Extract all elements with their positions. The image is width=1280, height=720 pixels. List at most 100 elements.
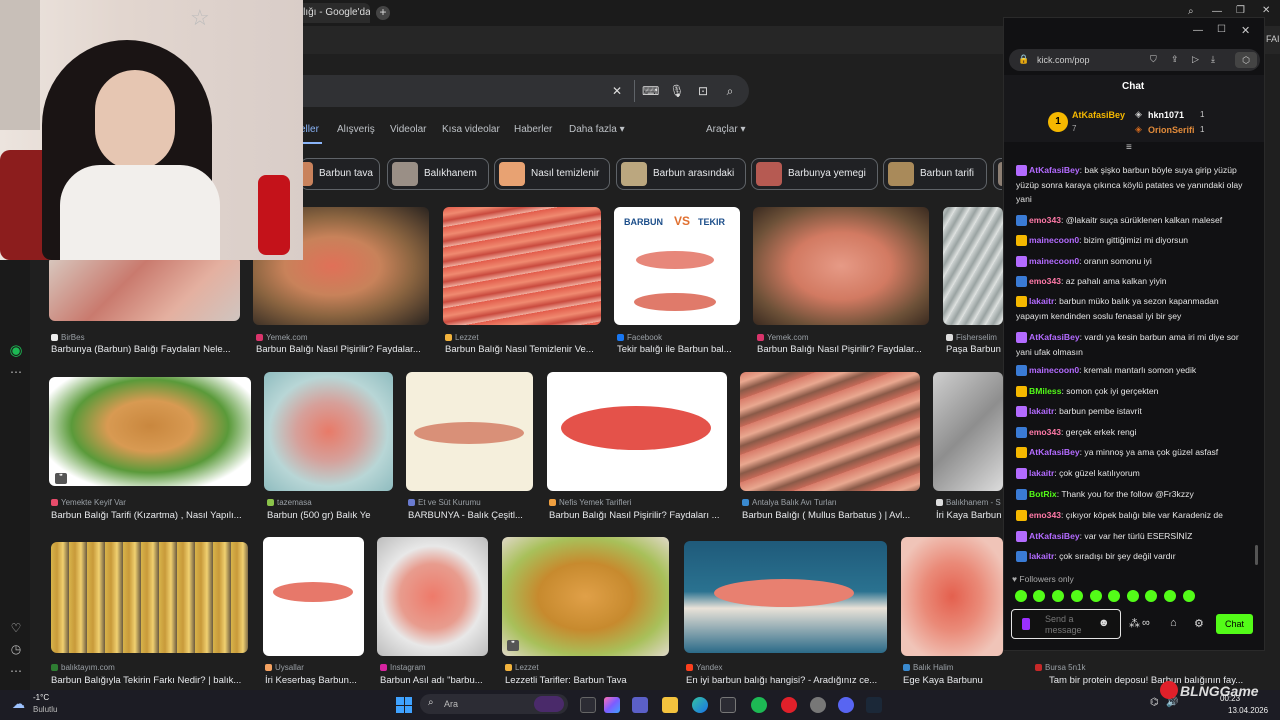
chip[interactable] — [993, 158, 1002, 190]
leaderboard-third-name[interactable]: OrionSerifi — [1148, 125, 1195, 135]
store-icon[interactable]: ⌂ — [1170, 617, 1177, 629]
chat-username[interactable]: emo343 — [1029, 215, 1061, 225]
task-view-icon[interactable] — [580, 697, 596, 713]
tab-more[interactable]: Daha fazla ▾ — [569, 124, 625, 135]
close-icon[interactable]: ✕ — [1262, 5, 1270, 16]
copilot-icon[interactable] — [604, 697, 620, 713]
new-tab-button[interactable]: + — [376, 6, 390, 20]
result-image[interactable] — [377, 537, 488, 656]
result-title[interactable]: Barbun Asıl adı "barbu... — [380, 675, 490, 686]
result-title[interactable]: Barbun Balığı Nasıl Temizlenir Ve... — [445, 344, 605, 355]
leaderboard-first-name[interactable]: AtKafasiBey — [1072, 110, 1125, 120]
chip[interactable]: Balıkhanem — [387, 158, 489, 190]
result-image[interactable] — [753, 207, 929, 325]
more-icon[interactable]: ⋯ — [8, 364, 24, 380]
tab-news[interactable]: Haberler — [514, 124, 552, 135]
store-icon[interactable] — [720, 697, 736, 713]
keyboard-icon[interactable]: ⌨ — [642, 83, 659, 99]
result-title[interactable]: Barbun Balığı Tarifi (Kızartma) , Nasıl … — [51, 510, 251, 521]
chat-username[interactable]: mainecoon0 — [1029, 235, 1079, 245]
chat-username[interactable]: AtKafasiBey — [1029, 332, 1080, 342]
minimize-icon[interactable]: — — [1212, 6, 1222, 17]
emote-icon[interactable] — [1090, 590, 1102, 602]
edge-icon[interactable] — [692, 697, 708, 713]
result-title[interactable]: İri Keserbaş Barbun... — [265, 675, 365, 686]
tab-shopping[interactable]: Alışveriş — [337, 124, 375, 135]
clock-date[interactable]: 13.04.2026 — [1228, 706, 1268, 715]
result-image[interactable] — [406, 372, 533, 491]
tab-short-videos[interactable]: Kısa videolar — [442, 124, 500, 135]
chat-username[interactable]: emo343 — [1029, 276, 1061, 286]
chat-username[interactable]: lakaitr — [1029, 406, 1054, 416]
chat-username[interactable]: lakaitr — [1029, 551, 1054, 561]
result-image[interactable] — [933, 372, 1003, 491]
obs-icon[interactable] — [810, 697, 826, 713]
maximize-icon[interactable]: ☐ — [1217, 24, 1226, 35]
result-title[interactable]: BARBUNYA - Balık Çeşitl... — [408, 510, 534, 521]
result-title[interactable]: Lezzetli Tarifler: Barbun Tava — [505, 675, 670, 686]
weather-temp[interactable]: -1°C — [33, 693, 49, 702]
search-icon[interactable]: ⌕ — [722, 83, 738, 99]
search-icon[interactable]: ⌕ — [1188, 6, 1194, 17]
close-icon[interactable]: ✕ — [1241, 24, 1250, 37]
result-image[interactable] — [502, 537, 669, 656]
result-title[interactable]: İri Kaya Barbun — [936, 510, 1002, 521]
share-icon[interactable]: ⇪ — [1171, 54, 1179, 65]
chip[interactable]: Nasıl temizlenir — [494, 158, 610, 190]
result-image[interactable] — [263, 537, 364, 656]
result-title[interactable]: Barbun Balığı Nasıl Pişirilir? Faydalar.… — [757, 344, 927, 355]
file-explorer-icon[interactable] — [662, 697, 678, 713]
chip[interactable]: Barbunya yemegi — [751, 158, 878, 190]
chat-username[interactable]: mainecoon0 — [1029, 365, 1079, 375]
bits-icon[interactable]: ⁂ — [1129, 617, 1140, 630]
result-image[interactable] — [49, 256, 240, 321]
result-title[interactable]: Barbun Balığı ( Mullus Barbatus ) | Avl.… — [742, 510, 920, 521]
heart-icon[interactable]: ♡ — [8, 620, 24, 636]
result-title[interactable]: Barbun Balığı Nasıl Pişirilir? Faydaları… — [549, 510, 727, 521]
result-image[interactable] — [49, 377, 251, 486]
result-image[interactable]: BARBUN VS TEKIR — [614, 207, 740, 325]
download-icon[interactable]: ⤓ — [1211, 54, 1215, 65]
result-image[interactable] — [684, 541, 887, 653]
emote-icon[interactable] — [1183, 590, 1195, 602]
send-chat-button[interactable]: Chat — [1216, 614, 1253, 634]
chat-username[interactable]: BMiless — [1029, 386, 1061, 396]
network-icon[interactable]: ⌬ — [1150, 697, 1159, 708]
weather-description[interactable]: Bulutlu — [33, 705, 57, 714]
result-image[interactable] — [547, 372, 727, 491]
lens-icon[interactable]: ⊡ — [695, 83, 711, 99]
result-title[interactable]: En iyi barbun balığı hangisi? - Aradığın… — [686, 675, 886, 686]
result-title[interactable]: Paşa Barbun — [946, 344, 1002, 355]
history-icon[interactable]: ◷ — [8, 641, 24, 657]
result-image[interactable] — [943, 207, 1003, 325]
result-title[interactable]: Ege Kaya Barbunu — [903, 675, 1003, 686]
result-image[interactable] — [51, 542, 248, 653]
chat-username[interactable]: mainecoon0 — [1029, 256, 1079, 266]
chip[interactable]: Barbun tava — [300, 158, 380, 190]
chat-username[interactable]: AtKafasiBey — [1029, 447, 1080, 457]
emote-icon[interactable] — [1071, 590, 1083, 602]
restore-icon[interactable]: ❐ — [1236, 5, 1245, 16]
chat-username[interactable]: lakaitr — [1029, 468, 1054, 478]
emote-icon[interactable] — [1127, 590, 1139, 602]
emote-icon[interactable] — [1015, 590, 1027, 602]
chat-username[interactable]: emo343 — [1029, 427, 1061, 437]
clear-icon[interactable]: ✕ — [609, 83, 625, 99]
result-image[interactable] — [901, 537, 1003, 656]
emote-icon[interactable] — [1033, 590, 1045, 602]
tab-videos[interactable]: Videolar — [390, 124, 427, 135]
result-title[interactable]: Tekir balığı ile Barbun bal... — [617, 344, 742, 355]
profile-badge[interactable]: FAI — [1266, 34, 1280, 44]
emote-icon[interactable] — [1108, 590, 1120, 602]
chat-username[interactable]: BotRix — [1029, 489, 1057, 499]
windows-start-icon[interactable] — [396, 697, 412, 713]
result-image[interactable] — [443, 207, 601, 325]
chat-input[interactable]: Send a message ☻ — [1011, 609, 1121, 639]
spotify-icon[interactable]: ◉ — [8, 343, 24, 359]
result-title[interactable]: Barbunya (Barbun) Balığı Faydaları Nele.… — [51, 344, 243, 355]
taskbar-search[interactable]: ⌕ Ara — [420, 694, 568, 714]
spotify-icon[interactable] — [751, 697, 767, 713]
chat-username[interactable]: emo343 — [1029, 510, 1061, 520]
emote-icon[interactable] — [1145, 590, 1157, 602]
chat-username[interactable]: lakaitr — [1029, 296, 1054, 306]
